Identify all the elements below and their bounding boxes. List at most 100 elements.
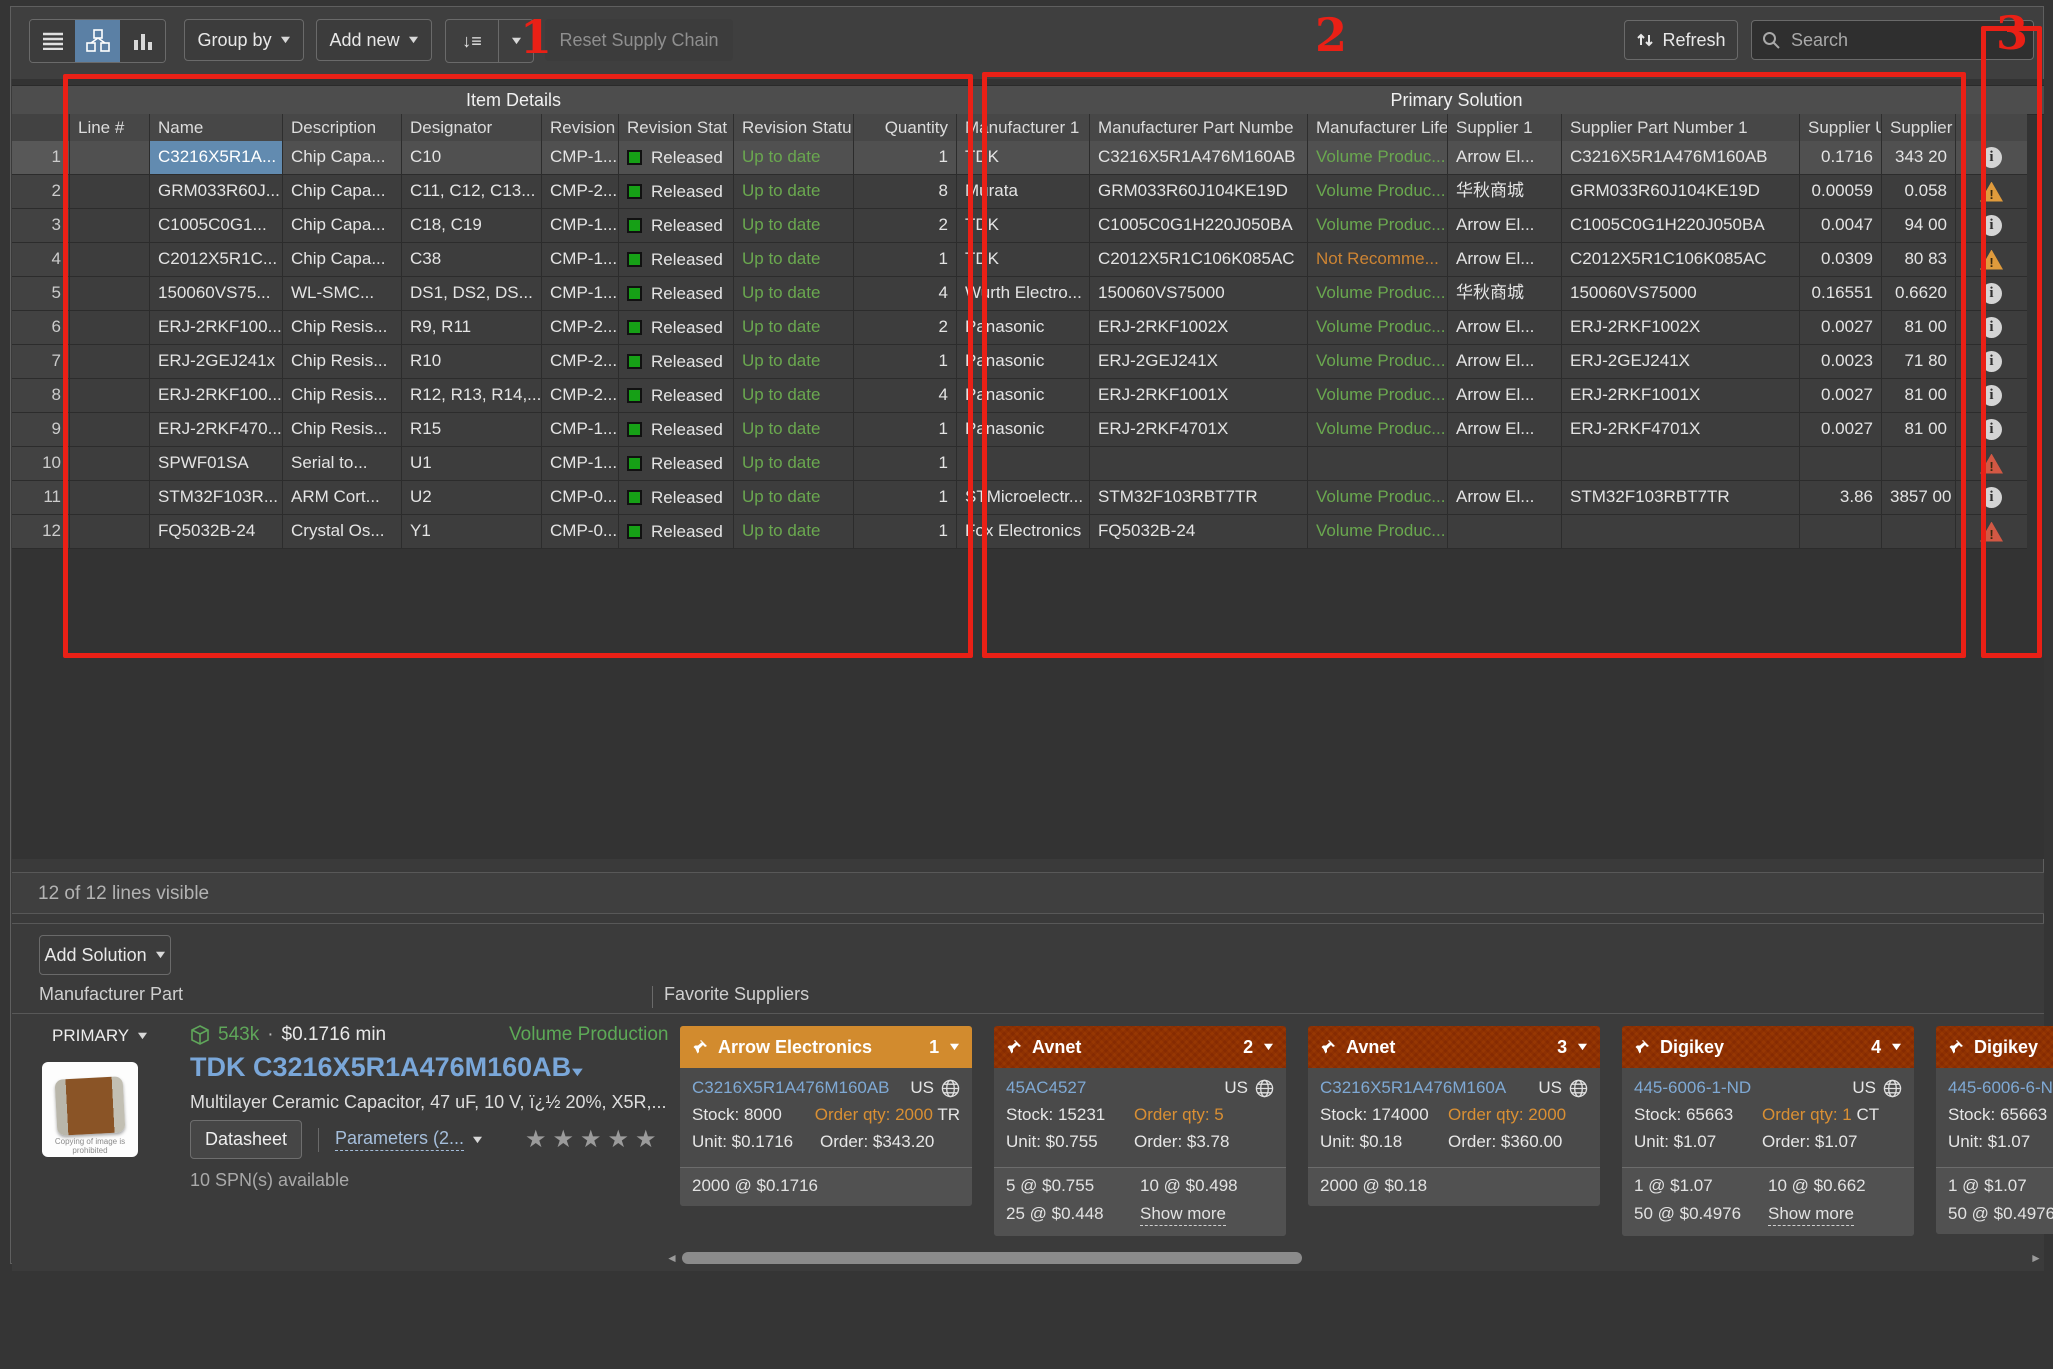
supplier-part-number-cell[interactable]: C2012X5R1C106K085AC [1562, 243, 1800, 276]
designator-cell[interactable]: U2 [402, 481, 542, 514]
lifecycle-cell[interactable]: Volume Produc... [1308, 515, 1448, 548]
column-header[interactable]: Line # [70, 114, 150, 141]
info-icon[interactable]: i [1981, 419, 2002, 440]
supplier-cell[interactable] [1448, 447, 1562, 480]
column-header[interactable]: Manufacturer Part Numbe [1090, 114, 1308, 141]
lifecycle-cell[interactable]: Volume Produc... [1308, 345, 1448, 378]
supplier-part-number-cell[interactable]: ERJ-2RKF1002X [1562, 311, 1800, 344]
revision-state-cell[interactable]: Up to date [734, 175, 854, 208]
revision-state-cell[interactable]: Up to date [734, 243, 854, 276]
revision-state-cell[interactable]: Up to date [734, 413, 854, 446]
line-number-cell[interactable] [70, 481, 150, 514]
revision-id-cell[interactable]: CMP-1... [542, 413, 619, 446]
supplier-stock-cell[interactable] [1882, 447, 1956, 480]
violation-icon-cell[interactable]: i [1956, 141, 2027, 174]
line-number-cell[interactable] [70, 141, 150, 174]
manufacturer-cell[interactable]: Panasonic [957, 413, 1090, 446]
supplier-part-link[interactable]: 445-6006-1-ND [1634, 1078, 1852, 1098]
supplier-part-number-cell[interactable]: C1005C0G1H220J050BA [1562, 209, 1800, 242]
column-header[interactable]: Supplier [1882, 114, 1956, 141]
supplier-unit-price-cell[interactable]: 0.16551 [1800, 277, 1882, 310]
column-header[interactable]: Designator [402, 114, 542, 141]
supplier-unit-price-cell[interactable]: 0.0309 [1800, 243, 1882, 276]
quantity-cell[interactable]: 8 [854, 175, 957, 208]
supplier-stock-cell[interactable]: 343 20 [1882, 141, 1956, 174]
description-cell[interactable]: Chip Resis... [283, 345, 402, 378]
scrollbar-thumb[interactable] [682, 1252, 1302, 1264]
manufacturer-cell[interactable]: Wurth Electro... [957, 277, 1090, 310]
supplier-unit-price-cell[interactable]: 0.0027 [1800, 413, 1882, 446]
description-cell[interactable]: WL-SMC... [283, 277, 402, 310]
designator-cell[interactable]: C10 [402, 141, 542, 174]
supplier-cell[interactable]: Arrow El... [1448, 379, 1562, 412]
violation-icon-cell[interactable]: i [1956, 209, 2027, 242]
line-number-cell[interactable] [70, 447, 150, 480]
name-cell[interactable]: ERJ-2RKF470... [150, 413, 283, 446]
revision-status-cell[interactable]: Released [619, 311, 734, 344]
manufacturer-cell[interactable]: Fox Electronics [957, 515, 1090, 548]
table-row[interactable]: 4C2012X5R1C...Chip Capa...C38CMP-1...Rel… [12, 243, 2027, 277]
designator-cell[interactable]: C18, C19 [402, 209, 542, 242]
manufacturer-cell[interactable]: TDK [957, 243, 1090, 276]
quantity-cell[interactable]: 1 [854, 515, 957, 548]
designator-cell[interactable]: R10 [402, 345, 542, 378]
violations-column-header[interactable] [1956, 114, 2027, 141]
name-cell[interactable]: SPWF01SA [150, 447, 283, 480]
quantity-cell[interactable]: 1 [854, 481, 957, 514]
lifecycle-cell[interactable]: Not Recomme... [1308, 243, 1448, 276]
supplier-part-link[interactable]: C3216X5R1A476M160AB [692, 1078, 910, 1098]
bom-view-button[interactable] [75, 20, 120, 62]
supplier-cell[interactable]: 华秋商城 [1448, 175, 1562, 208]
table-row[interactable]: 9ERJ-2RKF470...Chip Resis...R15CMP-1...R… [12, 413, 2027, 447]
description-cell[interactable]: ARM Cort... [283, 481, 402, 514]
table-row[interactable]: 8ERJ-2RKF100...Chip Resis...R12, R13, R1… [12, 379, 2027, 413]
supplier-part-link[interactable]: 45AC4527 [1006, 1078, 1224, 1098]
chevron-down-icon[interactable]: ▼ [1261, 1041, 1276, 1053]
manufacturer-part-number-cell[interactable]: STM32F103RBT7TR [1090, 481, 1308, 514]
revision-status-cell[interactable]: Released [619, 481, 734, 514]
description-cell[interactable]: Chip Capa... [283, 175, 402, 208]
line-number-cell[interactable] [70, 311, 150, 344]
violation-icon-cell[interactable]: i [1956, 413, 2027, 446]
manufacturer-cell[interactable]: TDK [957, 209, 1090, 242]
revision-id-cell[interactable]: CMP-1... [542, 141, 619, 174]
lifecycle-cell[interactable]: Volume Produc... [1308, 379, 1448, 412]
revision-status-cell[interactable]: Released [619, 175, 734, 208]
supplier-unit-price-cell[interactable] [1800, 447, 1882, 480]
designator-cell[interactable]: Y1 [402, 515, 542, 548]
lifecycle-cell[interactable]: Volume Produc... [1308, 311, 1448, 344]
info-icon[interactable]: i [1981, 317, 2002, 338]
manufacturer-part-number-cell[interactable]: C3216X5R1A476M160AB [1090, 141, 1308, 174]
name-cell[interactable]: C2012X5R1C... [150, 243, 283, 276]
show-more-link[interactable]: Show more [1140, 1204, 1226, 1226]
line-number-cell[interactable] [70, 345, 150, 378]
name-cell[interactable]: 150060VS75... [150, 277, 283, 310]
supplier-stock-cell[interactable]: 94 00 [1882, 209, 1956, 242]
supplier-cell[interactable]: Arrow El... [1448, 413, 1562, 446]
supplier-part-number-cell[interactable] [1562, 515, 1800, 548]
manufacturer-part-number-cell[interactable]: ERJ-2RKF4701X [1090, 413, 1308, 446]
manufacturer-cell[interactable]: TDK [957, 141, 1090, 174]
line-number-cell[interactable] [70, 379, 150, 412]
revision-id-cell[interactable]: CMP-1... [542, 447, 619, 480]
line-number-cell[interactable] [70, 175, 150, 208]
lifecycle-cell[interactable]: Volume Produc... [1308, 141, 1448, 174]
name-cell[interactable]: STM32F103R... [150, 481, 283, 514]
revision-state-cell[interactable]: Up to date [734, 209, 854, 242]
supplier-card-header[interactable]: Arrow Electronics1▼ [680, 1026, 972, 1068]
revision-id-cell[interactable]: CMP-1... [542, 277, 619, 310]
manufacturer-part-number-cell[interactable]: FQ5032B-24 [1090, 515, 1308, 548]
reset-supply-chain-button[interactable]: Reset Supply Chain [545, 19, 733, 61]
name-cell[interactable]: ERJ-2GEJ241x [150, 345, 283, 378]
line-number-cell[interactable] [70, 209, 150, 242]
warning-icon[interactable]: ! [1980, 250, 2003, 270]
supplier-stock-cell[interactable]: 71 80 [1882, 345, 1956, 378]
column-header[interactable]: Quantity [854, 114, 957, 141]
revision-state-cell[interactable]: Up to date [734, 379, 854, 412]
info-icon[interactable]: i [1981, 147, 2002, 168]
supplier-unit-price-cell[interactable] [1800, 515, 1882, 548]
name-cell[interactable]: C3216X5R1A... [150, 141, 283, 174]
quantity-cell[interactable]: 4 [854, 277, 957, 310]
column-header[interactable]: Supplier 1 [1448, 114, 1562, 141]
add-new-button[interactable]: Add new▼ [316, 19, 432, 61]
